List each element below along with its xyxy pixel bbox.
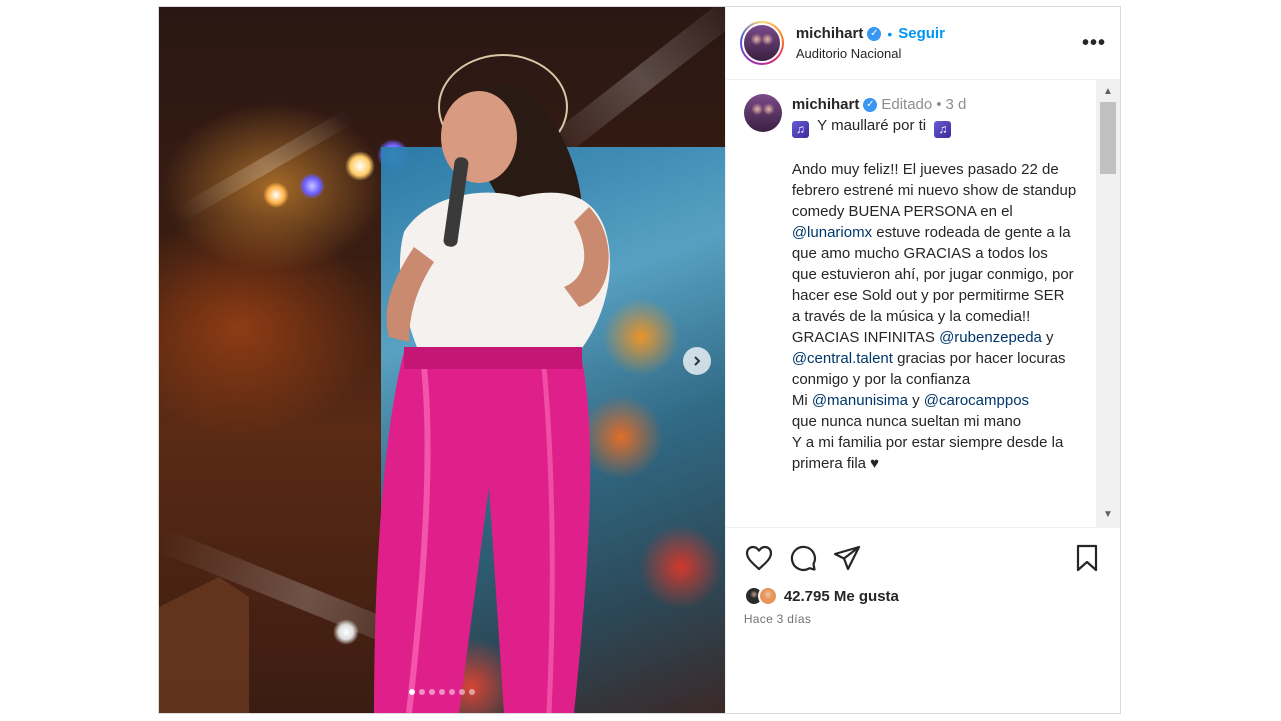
scroll-down-arrow-icon[interactable]: ▼ [1096, 505, 1120, 525]
caption-text-span: Mi [791, 392, 812, 409]
caption: michihart ✓ Editado • 3 d ♫ Y maullaré p… [743, 94, 1096, 474]
caption-body: michihart ✓ Editado • 3 d ♫ Y maullaré p… [791, 94, 1077, 474]
caption-line-1: ♫ Y maullaré por ti ♫ [791, 115, 1077, 138]
carousel-dot[interactable] [428, 689, 435, 695]
bookmark-icon[interactable] [1072, 543, 1102, 573]
caption-line-1-text: Y maullaré por ti [817, 117, 927, 134]
caption-scroll-area[interactable]: michihart ✓ Editado • 3 d ♫ Y maullaré p… [726, 80, 1120, 527]
edited-label: Editado [881, 96, 933, 113]
follow-button[interactable]: Seguir [898, 25, 945, 42]
author-username[interactable]: michihart [796, 25, 864, 42]
carousel-dot[interactable] [418, 689, 425, 695]
post-modal: michihart ✓ • Seguir Auditorio Nacional … [158, 6, 1121, 714]
liker-avatar[interactable] [757, 586, 778, 606]
caption-username[interactable]: michihart [792, 94, 860, 115]
performer-figure [159, 54, 610, 713]
separator-dot: • [936, 96, 942, 113]
next-slide-button[interactable] [682, 347, 711, 375]
caption-text-span: GRACIAS INFINITAS [791, 329, 940, 346]
caption-header: michihart ✓ Editado • 3 d [792, 94, 1077, 115]
verified-icon: ✓ [867, 26, 882, 41]
caption-text-span: y [907, 392, 924, 409]
author-name-row: michihart ✓ • Seguir [796, 25, 1082, 42]
heart-icon[interactable] [744, 543, 774, 573]
separator-dot: • [887, 25, 893, 42]
caption-text-span: y [1041, 329, 1054, 346]
likes-count[interactable]: 42.795 Me gusta [784, 588, 899, 605]
share-icon[interactable] [832, 543, 862, 573]
music-notes-icon: ♫ [791, 121, 809, 138]
caption-text-span: que nunca nunca sueltan mi mano [791, 413, 1022, 430]
mention-link[interactable]: @manunisima [812, 392, 908, 409]
post-timestamp[interactable]: Hace 3 días [744, 612, 1102, 626]
carousel-dot[interactable] [468, 689, 475, 695]
scroll-up-arrow-icon[interactable]: ▲ [1096, 82, 1120, 102]
caption-paragraph-1: Ando muy feliz!! El jueves pasado 22 de … [792, 159, 1077, 327]
more-options-button[interactable]: ••• [1082, 32, 1106, 55]
caption-paragraph-2: GRACIAS INFINITAS @rubenzepeda y @centra… [792, 327, 1077, 390]
post-location[interactable]: Auditorio Nacional [796, 46, 1082, 61]
caption-scrollbar[interactable]: ▲ ▼ [1096, 80, 1120, 527]
post-header: michihart ✓ • Seguir Auditorio Nacional … [725, 7, 1120, 80]
carousel-dot[interactable] [458, 689, 465, 695]
carousel-dot[interactable] [448, 689, 455, 695]
verified-icon: ✓ [863, 97, 878, 112]
author-info: michihart ✓ • Seguir Auditorio Nacional [796, 25, 1082, 61]
caption-text: ♫ Y maullaré por ti ♫ Ando muy feliz!! E… [791, 115, 1077, 474]
carousel-dot[interactable] [408, 689, 415, 695]
carousel-dot[interactable] [438, 689, 445, 695]
action-icons [744, 540, 1102, 576]
caption-avatar[interactable] [743, 94, 782, 132]
carousel-dots [159, 689, 725, 695]
mention-link[interactable]: @central.talent [792, 350, 893, 367]
caption-paragraph-3: Mi @manunisima y @carocamppos que nunca n… [792, 390, 1077, 432]
likes-row: 42.795 Me gusta [743, 586, 1102, 606]
post-actions: 42.795 Me gusta Hace 3 días [725, 527, 1120, 713]
scrollbar-thumb[interactable] [1100, 102, 1116, 174]
mention-link[interactable]: @lunariomx [792, 224, 872, 241]
post-side-panel: michihart ✓ • Seguir Auditorio Nacional … [724, 7, 1120, 713]
caption-paragraph-4: Y a mi familia por estar siempre desde l… [791, 434, 1064, 472]
mention-link[interactable]: @rubenzepeda [939, 329, 1042, 346]
post-age: 3 d [945, 96, 967, 113]
music-notes-icon: ♫ [934, 121, 952, 138]
post-photo[interactable] [159, 7, 725, 713]
chevron-right-icon [694, 356, 701, 366]
author-avatar[interactable] [739, 21, 784, 65]
mention-link[interactable]: @carocamppos [924, 392, 1029, 409]
caption-text-span: Ando muy feliz!! El jueves pasado 22 de … [791, 161, 1077, 220]
comment-icon[interactable] [788, 543, 818, 573]
